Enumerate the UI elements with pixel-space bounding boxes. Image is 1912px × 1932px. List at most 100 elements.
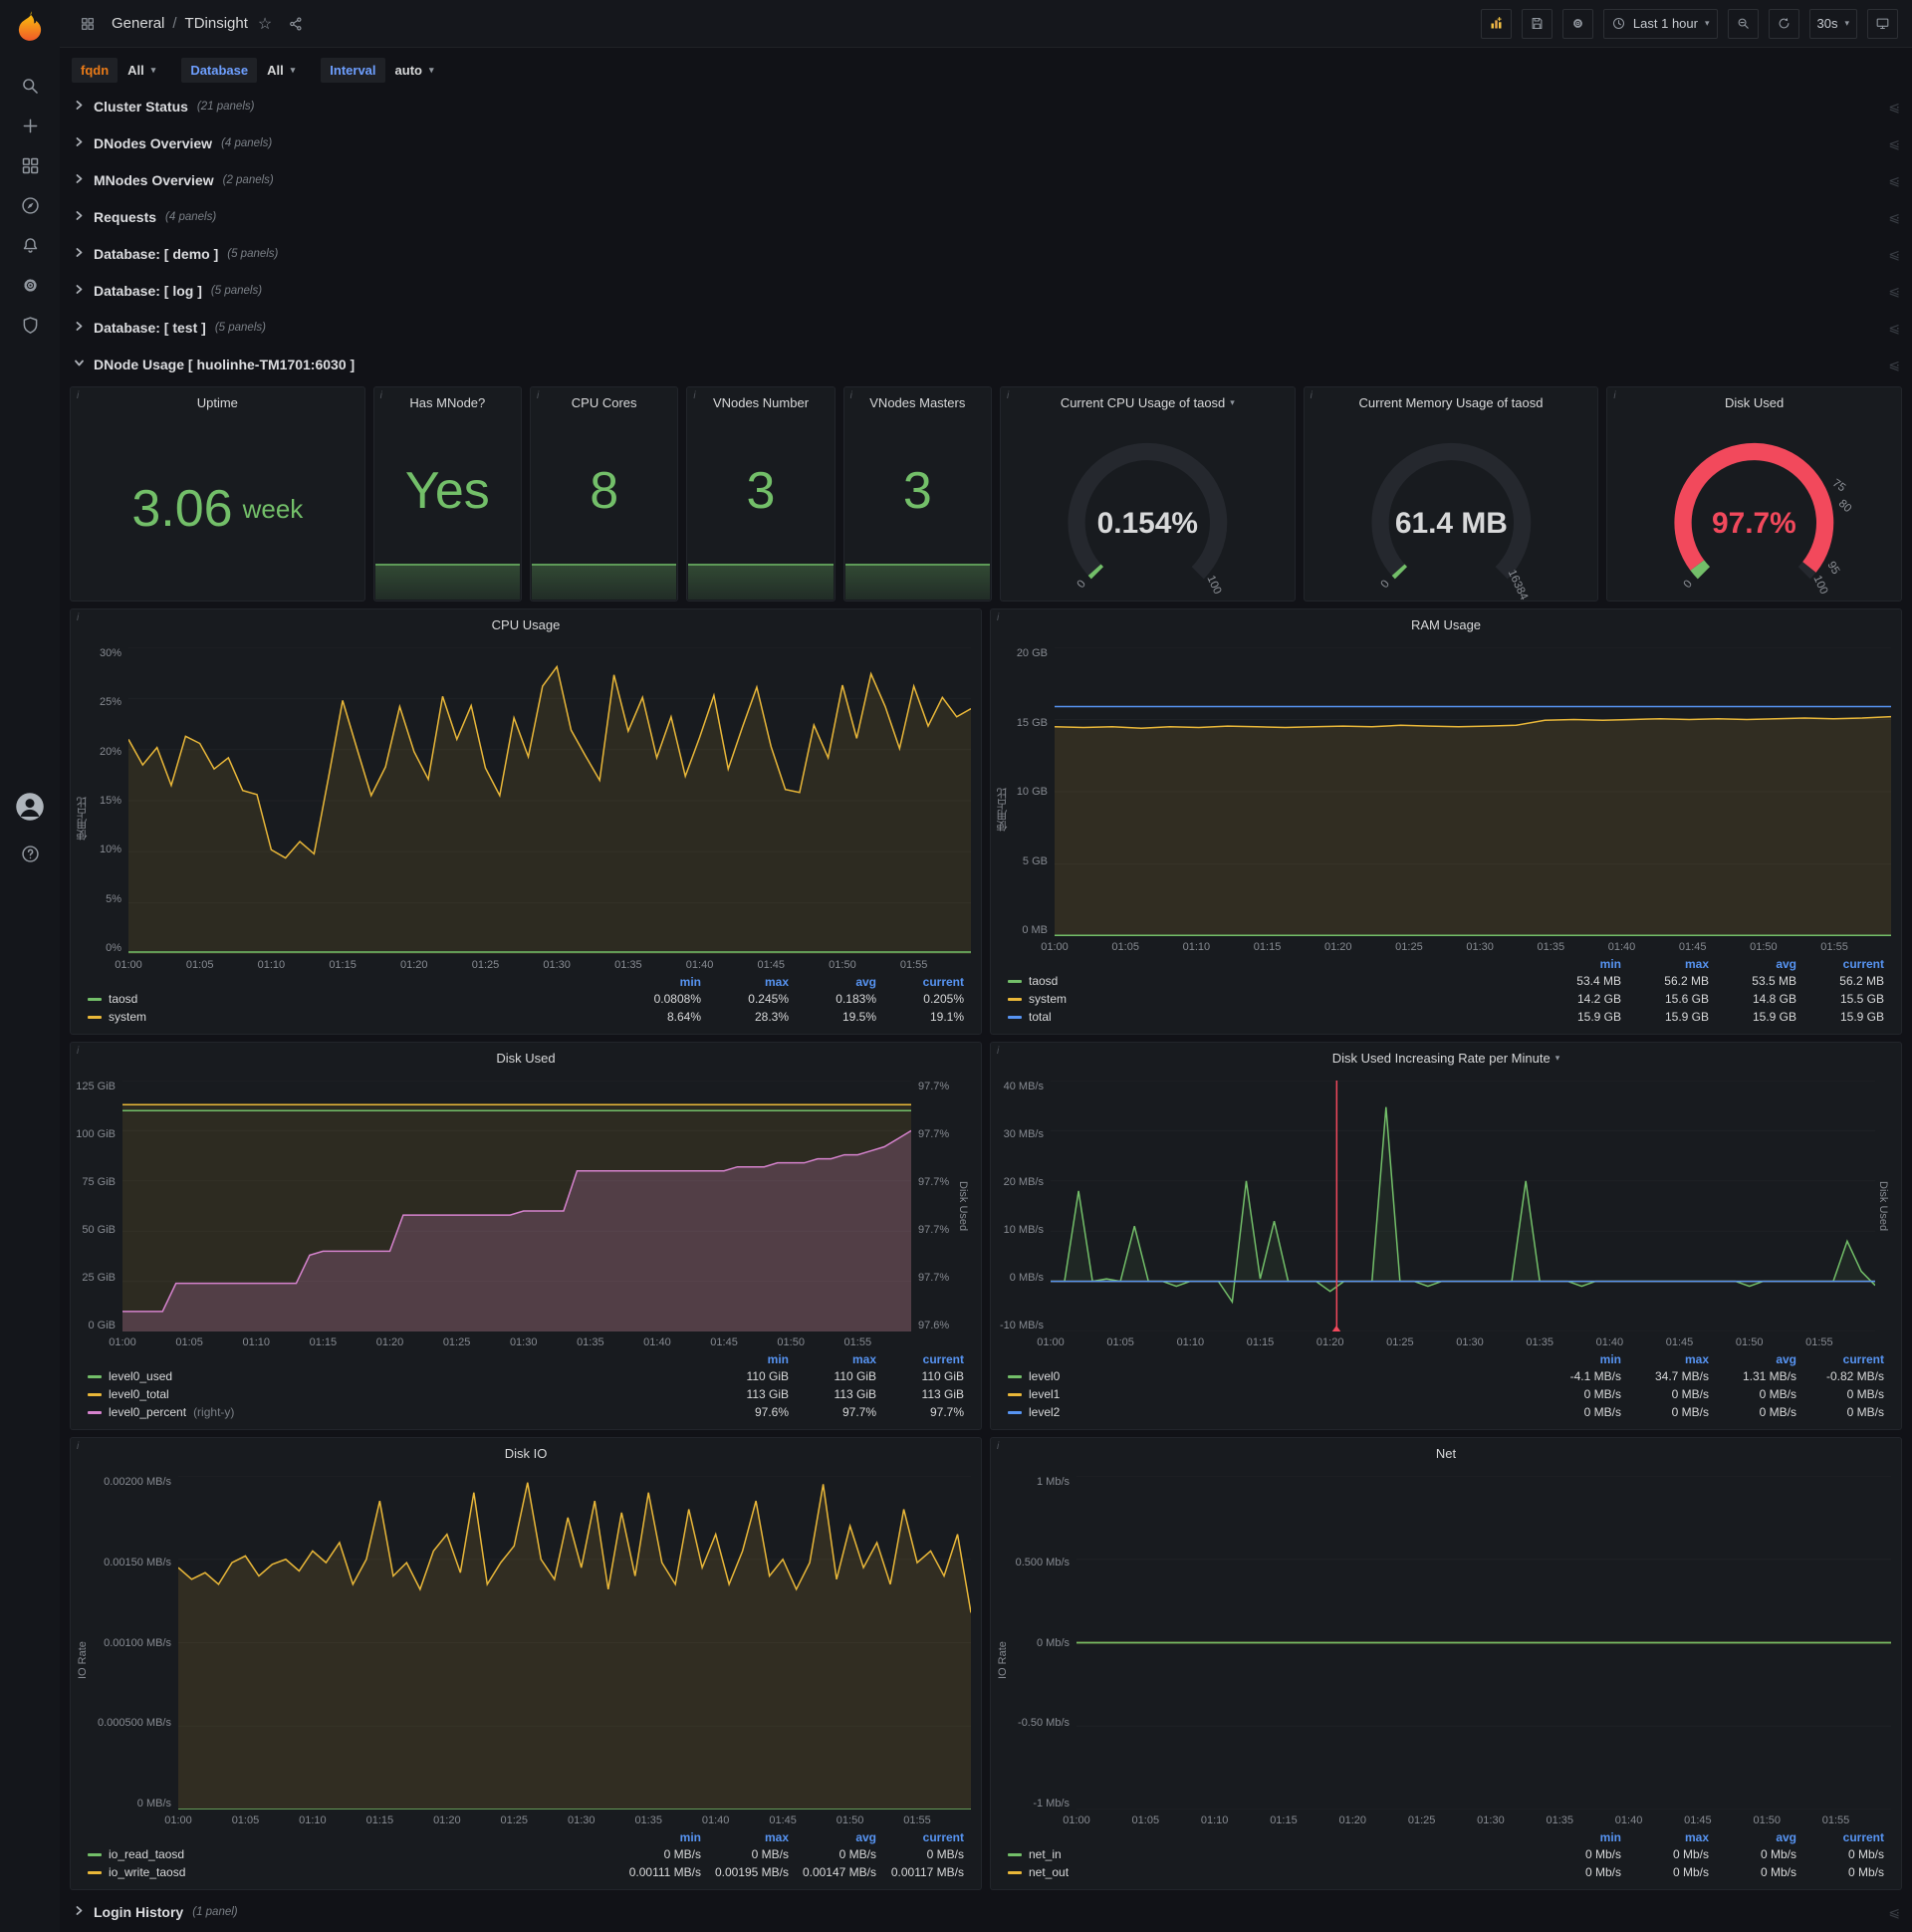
panel-info-icon[interactable]: i [1311,390,1313,401]
panel-title[interactable]: Current CPU Usage of taosd [1061,395,1225,410]
row-dnodes-overview[interactable]: DNodes Overview (4 panels) ⩿ [70,128,1902,158]
legend-col-avg[interactable]: avg [1712,1829,1799,1845]
plot-area[interactable] [128,647,971,954]
legend-series-name[interactable]: net_in [1029,1847,1062,1861]
legend-col-avg[interactable]: avg [1712,956,1799,972]
panel-info-icon[interactable]: i [77,1441,79,1452]
panel-info-icon[interactable]: i [997,612,999,623]
search-icon[interactable] [8,66,52,106]
disk-rate-chart[interactable]: 40 MB/s 30 MB/s 20 MB/s 10 MB/s 0 MB/s -10 MB… [991,1073,1901,1349]
panel-info-icon[interactable]: i [77,390,79,401]
legend-series-name[interactable]: total [1029,1010,1052,1024]
panel-info-icon[interactable]: i [537,390,539,401]
row-requests[interactable]: Requests (4 panels) ⩿ [70,202,1902,232]
plot-area[interactable] [178,1476,971,1810]
legend-col-min[interactable]: min [1537,1829,1624,1845]
time-range-picker[interactable]: Last 1 hour ▾ [1602,8,1718,39]
row-mnodes-overview[interactable]: MNodes Overview (2 panels) ⩿ [70,165,1902,195]
disk-used-chart[interactable]: 125 GiB 100 GiB 75 GiB 50 GiB 25 GiB 0 GiB 01:… [71,1073,981,1349]
panel-info-icon[interactable]: i [997,1046,999,1057]
avatar[interactable] [15,792,45,822]
drag-handle-icon[interactable]: ⩿ [1888,209,1900,226]
star-icon[interactable]: ☆ [258,14,272,34]
panel-title[interactable]: Disk Used Increasing Rate per Minute [1332,1051,1551,1066]
panel-info-icon[interactable]: i [850,390,852,401]
legend-series-name[interactable]: level2 [1029,1405,1060,1419]
legend-series-name[interactable]: taosd [109,992,137,1006]
legend-series-name[interactable]: system [109,1010,146,1024]
drag-handle-icon[interactable]: ⩿ [1888,99,1900,116]
panel-info-icon[interactable]: i [77,1046,79,1057]
server-admin-shield-icon[interactable] [8,305,52,345]
panel-title[interactable]: Uptime [197,395,238,410]
row-database-demo[interactable]: Database: [ demo ] (5 panels) ⩿ [70,239,1902,269]
variable-database-dropdown[interactable]: All ▾ [259,58,303,83]
drag-handle-icon[interactable]: ⩿ [1888,1904,1900,1921]
legend-series-name[interactable]: level0 [1029,1369,1060,1383]
panel-info-icon[interactable]: i [77,612,79,623]
explore-compass-icon[interactable] [8,185,52,225]
legend-col-current[interactable]: current [879,974,967,990]
plot-area[interactable] [1051,1081,1875,1331]
panel-title[interactable]: Disk Used [496,1051,555,1066]
legend-series-name[interactable]: taosd [1029,974,1058,988]
alerting-bell-icon[interactable] [8,225,52,265]
panel-title[interactable]: CPU Cores [572,395,637,410]
legend-col-avg[interactable]: avg [1712,1351,1799,1367]
legend-col-current[interactable]: current [879,1829,967,1845]
panel-menu-caret-icon[interactable]: ▾ [1230,397,1235,408]
legend-series-name[interactable]: io_read_taosd [109,1847,184,1861]
legend-col-max[interactable]: max [704,974,792,990]
legend-col-current[interactable]: current [879,1351,967,1367]
legend-col-min[interactable]: min [1537,956,1624,972]
zoom-out-button[interactable] [1727,8,1759,39]
panel-title[interactable]: VNodes Masters [869,395,965,410]
dashboard-settings-button[interactable] [1561,8,1593,39]
legend-series-name[interactable]: system [1029,992,1067,1006]
drag-handle-icon[interactable]: ⩿ [1888,320,1900,337]
drag-handle-icon[interactable]: ⩿ [1888,135,1900,152]
refresh-interval-picker[interactable]: 30s ▾ [1808,8,1857,39]
panel-title[interactable]: RAM Usage [1411,617,1481,632]
row-cluster-status[interactable]: Cluster Status (21 panels) ⩿ [70,92,1902,121]
panel-info-icon[interactable]: i [380,390,382,401]
plot-area[interactable] [1076,1476,1891,1810]
panel-title[interactable]: CPU Usage [492,617,561,632]
panel-title[interactable]: Current Memory Usage of taosd [1359,395,1544,410]
legend-col-avg[interactable]: avg [792,1829,879,1845]
configuration-gear-icon[interactable] [8,265,52,305]
refresh-button[interactable] [1768,8,1799,39]
variable-fqdn-dropdown[interactable]: All ▾ [120,58,163,83]
breadcrumb-title[interactable]: TDinsight [185,15,248,32]
apps-grid-icon[interactable] [74,10,102,38]
panel-menu-caret-icon[interactable]: ▾ [1555,1053,1560,1064]
ram-usage-chart[interactable]: 使用占比 20 GB 15 GB 10 GB 5 GB 0 MB 01:00 01:05 01:… [991,639,1901,954]
legend-col-min[interactable]: min [704,1351,792,1367]
legend-series-name[interactable]: level0_percent [109,1405,186,1419]
legend-series-name[interactable]: level0_used [109,1369,172,1383]
legend-col-current[interactable]: current [1799,1351,1887,1367]
panel-title[interactable]: Has MNode? [409,395,485,410]
plot-area[interactable] [1055,647,1891,936]
legend-col-max[interactable]: max [1624,1351,1712,1367]
save-dashboard-button[interactable] [1521,8,1553,39]
panel-info-icon[interactable]: i [693,390,695,401]
share-icon[interactable] [282,10,310,38]
drag-handle-icon[interactable]: ⩿ [1888,357,1900,373]
legend-col-current[interactable]: current [1799,1829,1887,1845]
help-icon[interactable] [8,834,52,873]
drag-handle-icon[interactable]: ⩿ [1888,283,1900,300]
panel-info-icon[interactable]: i [1613,390,1615,401]
legend-col-max[interactable]: max [1624,956,1712,972]
create-plus-icon[interactable] [8,106,52,145]
panel-title[interactable]: VNodes Number [713,395,809,410]
cycle-view-button[interactable] [1867,8,1898,39]
dashboards-icon[interactable] [8,145,52,185]
breadcrumb-section[interactable]: General [112,15,164,32]
panel-title[interactable]: Disk IO [505,1446,548,1461]
legend-series-name[interactable]: level0_total [109,1387,169,1401]
legend-col-min[interactable]: min [616,1829,704,1845]
net-chart[interactable]: IO Rate 1 Mb/s 0.500 Mb/s 0 Mb/s -0.50 Mb/s -… [991,1468,1901,1827]
drag-handle-icon[interactable]: ⩿ [1888,172,1900,189]
legend-series-name[interactable]: io_write_taosd [109,1865,185,1879]
